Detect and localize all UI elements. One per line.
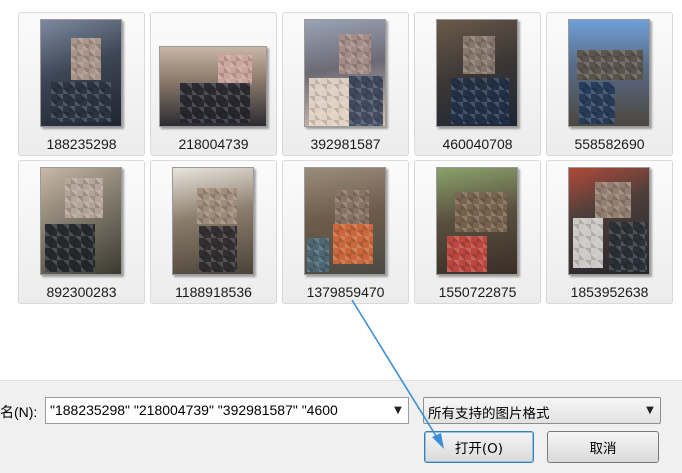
thumbnail-tile[interactable]: 392981587 [282, 12, 409, 156]
thumbnail-caption: 460040708 [442, 136, 513, 152]
filename-combobox[interactable]: "188235298" "218004739" "392981587" "460… [45, 397, 409, 424]
photo-thumbnail[interactable] [159, 46, 267, 127]
thumbnail-tile[interactable]: 188235298 [18, 12, 145, 156]
dropdown-arrow-icon[interactable]: ▼ [640, 398, 660, 423]
thumbnail-caption: 558582690 [574, 136, 645, 152]
thumbnail-tile[interactable]: 460040708 [414, 12, 541, 156]
photo-thumbnail[interactable] [436, 19, 518, 127]
dropdown-arrow-icon[interactable]: ▼ [388, 398, 408, 423]
thumbnail-tile[interactable]: 1550722875 [414, 160, 541, 304]
thumbnail-caption: 188235298 [46, 136, 117, 152]
thumbnail-caption: 1379859470 [306, 284, 385, 300]
photo-thumbnail[interactable] [436, 167, 518, 275]
filename-label: 名(N): [0, 404, 38, 420]
thumbnail-caption: 392981587 [310, 136, 381, 152]
photo-thumbnail[interactable] [568, 19, 650, 127]
thumbnail-tile[interactable]: 1379859470 [282, 160, 409, 304]
filetype-select[interactable]: 所有支持的图片格式 ▼ [423, 397, 661, 424]
dialog-footer: 名(N): "188235298" "218004739" "392981587… [0, 380, 682, 473]
thumbnail-caption: 1853952638 [570, 284, 649, 300]
thumbnail-caption: 1188918536 [175, 284, 252, 300]
photo-thumbnail[interactable] [40, 167, 122, 275]
cancel-button[interactable]: 取消 [547, 431, 659, 463]
thumbnail-caption: 892300283 [46, 284, 117, 300]
open-button[interactable]: 打开(O) [424, 431, 534, 463]
thumbnail-tile[interactable]: 218004739 [150, 12, 277, 156]
photo-thumbnail[interactable] [304, 19, 386, 127]
filename-input[interactable]: "188235298" "218004739" "392981587" "460… [50, 402, 386, 418]
thumbnail-tile[interactable]: 1853952638 [546, 160, 673, 304]
photo-thumbnail[interactable] [304, 167, 386, 275]
thumbnail-tile[interactable]: 1188918536 [150, 160, 277, 304]
photo-thumbnail[interactable] [568, 167, 650, 275]
filetype-selected: 所有支持的图片格式 [428, 406, 550, 422]
thumbnail-tile[interactable]: 892300283 [18, 160, 145, 304]
thumbnail-caption: 218004739 [178, 136, 249, 152]
thumbnail-grid: 188235298 218004739 392981587 460040708 … [0, 0, 682, 380]
photo-thumbnail[interactable] [172, 167, 254, 275]
thumbnail-caption: 1550722875 [438, 284, 517, 300]
thumbnail-tile[interactable]: 558582690 [546, 12, 673, 156]
photo-thumbnail[interactable] [40, 19, 122, 127]
